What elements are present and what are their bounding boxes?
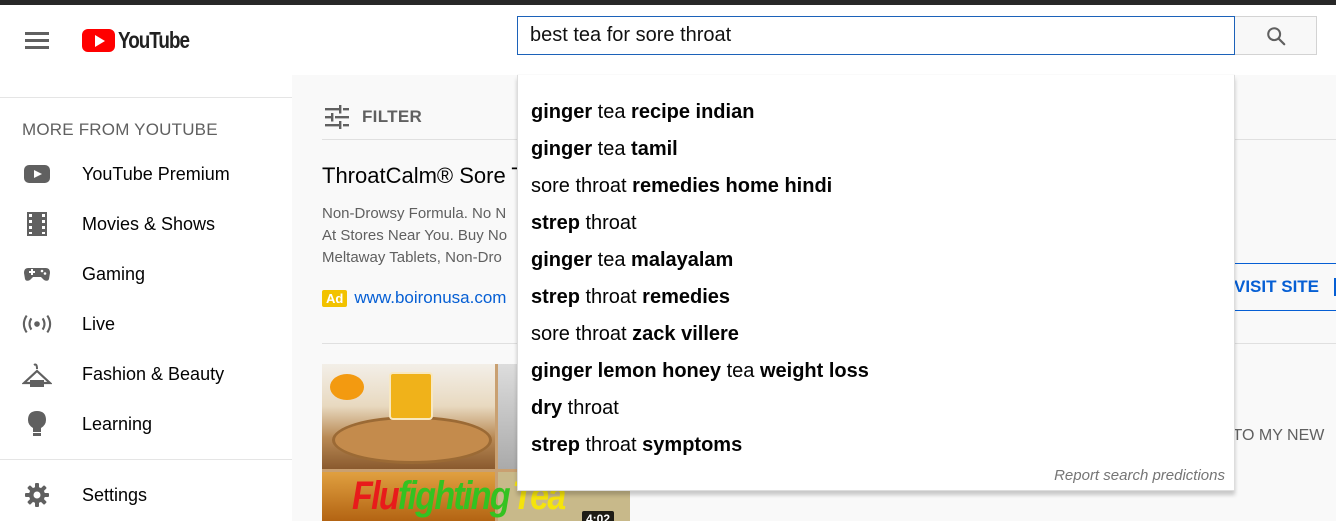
- sidebar-item-settings[interactable]: Settings: [0, 470, 292, 520]
- suggestion-completion-text: strep: [531, 286, 580, 308]
- search-suggestion-item[interactable]: sore throat remedies home hindi: [518, 168, 1234, 205]
- search-suggestions-dropdown: Report search predictions ginger tea rec…: [517, 75, 1235, 491]
- live-broadcast-icon: [22, 309, 52, 339]
- suggestion-query-text: throat: [579, 434, 643, 456]
- filter-label: FILTER: [362, 107, 423, 126]
- ad-source: Ad www.boironusa.com: [322, 288, 506, 308]
- sidebar-section-title: MORE FROM YOUTUBE: [22, 120, 218, 139]
- suggestion-query-text: tea: [721, 360, 760, 382]
- suggestion-completion-text: recipe indian: [631, 101, 755, 123]
- hanger-icon: [22, 359, 52, 389]
- youtube-premium-icon: [22, 159, 52, 189]
- sidebar-item-label: YouTube Premium: [82, 163, 230, 184]
- sidebar-divider: [0, 97, 292, 98]
- ad-title[interactable]: ThroatCalm® Sore T: [322, 163, 525, 189]
- filter-button[interactable]: FILTER: [324, 105, 422, 129]
- suggestion-query-text: sore throat: [531, 323, 633, 345]
- visit-site-label: VISIT SITE: [1234, 277, 1320, 296]
- search-suggestion-item[interactable]: strep throat remedies: [518, 279, 1234, 316]
- suggestion-query-text: throat: [579, 286, 643, 308]
- sidebar-item-youtube-premium[interactable]: YouTube Premium: [0, 149, 292, 199]
- suggestion-query-text: throat: [579, 212, 637, 234]
- suggestion-completion-text: ginger: [531, 138, 593, 160]
- suggestion-query-text: sore throat: [531, 175, 633, 197]
- suggestion-completion-text: symptoms: [642, 434, 743, 456]
- suggestion-completion-text: weight loss: [759, 360, 869, 382]
- ad-description: Non-Drowsy Formula. No N At Stores Near …: [322, 203, 507, 269]
- suggestion-completion-text: ginger lemon honey: [531, 360, 722, 382]
- sidebar-divider: [0, 459, 292, 460]
- sidebar-item-fashion-beauty[interactable]: Fashion & Beauty: [0, 349, 292, 399]
- suggestion-query-text: tea: [592, 249, 632, 271]
- sidebar-item-movies-shows[interactable]: Movies & Shows: [0, 199, 292, 249]
- suggestion-completion-text: remedies home hindi: [632, 175, 833, 197]
- suggestion-query-text: tea: [592, 138, 632, 160]
- suggestion-completion-text: ginger: [531, 101, 593, 123]
- report-search-predictions-link[interactable]: Report search predictions: [1054, 467, 1225, 484]
- thumbnail-word: fighting: [397, 474, 511, 518]
- video-duration-badge: 4:02: [582, 511, 615, 521]
- search-input[interactable]: [518, 17, 1234, 54]
- youtube-logo[interactable]: YouTube: [82, 27, 205, 53]
- suggestion-completion-text: remedies: [642, 286, 731, 308]
- search-suggestion-item[interactable]: ginger lemon honey tea weight loss: [518, 353, 1234, 390]
- thumbnail-word: Flu: [352, 474, 400, 518]
- suggestion-completion-text: tamil: [631, 138, 678, 160]
- sidebar-item-label: Live: [82, 313, 116, 334]
- search-icon: [1266, 26, 1285, 45]
- sidebar-item-gaming[interactable]: Gaming: [0, 249, 292, 299]
- suggestion-completion-text: ginger: [531, 249, 593, 271]
- filter-sliders-icon: [325, 105, 349, 129]
- ad-url-link[interactable]: www.boironusa.com: [354, 288, 506, 308]
- search-suggestion-item[interactable]: ginger tea tamil: [518, 131, 1234, 168]
- sidebar: MORE FROM YOUTUBE YouTube Premium Movies…: [0, 75, 292, 521]
- ad-description-line: At Stores Near You. Buy No: [322, 227, 508, 244]
- film-icon: [22, 209, 52, 239]
- suggestion-completion-text: dry: [531, 397, 563, 419]
- gamepad-icon: [22, 259, 52, 289]
- sidebar-item-label: Gaming: [82, 263, 146, 284]
- search-button[interactable]: [1235, 16, 1317, 55]
- suggestion-query-text: throat: [562, 397, 619, 419]
- search-suggestion-item[interactable]: strep throat: [518, 205, 1234, 242]
- hamburger-icon[interactable]: [25, 32, 49, 50]
- sidebar-item-label: Settings: [82, 484, 148, 505]
- sidebar-item-label: Learning: [82, 413, 153, 434]
- sidebar-item-live[interactable]: Live: [0, 299, 292, 349]
- suggestion-completion-text: malayalam: [631, 249, 734, 271]
- suggestion-query-text: tea: [592, 101, 632, 123]
- search-suggestion-item[interactable]: sore throat zack villere: [518, 316, 1234, 353]
- lightbulb-icon: [22, 409, 52, 439]
- sidebar-item-label: Movies & Shows: [82, 213, 216, 234]
- logo-text: YouTube: [118, 26, 190, 53]
- ad-badge: Ad: [322, 289, 348, 307]
- search-suggestion-item[interactable]: ginger tea malayalam: [518, 242, 1234, 279]
- search-box[interactable]: [517, 16, 1235, 55]
- sidebar-item-learning[interactable]: Learning: [0, 399, 292, 449]
- suggestion-completion-text: zack villere: [632, 323, 739, 345]
- suggestion-completion-text: strep: [531, 212, 580, 234]
- search-suggestion-item[interactable]: ginger tea recipe indian: [518, 94, 1234, 131]
- ad-description-line: Non-Drowsy Formula. No N: [322, 205, 507, 222]
- suggestion-completion-text: strep: [531, 434, 580, 456]
- youtube-play-icon: [82, 28, 115, 52]
- thumbnail-tea-image: [322, 364, 495, 469]
- search-suggestion-item[interactable]: strep throat symptoms: [518, 427, 1234, 464]
- gear-icon: [22, 480, 52, 510]
- search-suggestion-item[interactable]: dry throat: [518, 390, 1234, 427]
- sidebar-item-label: Fashion & Beauty: [82, 363, 225, 384]
- ad-description-line: Meltaway Tablets, Non-Dro: [322, 249, 502, 266]
